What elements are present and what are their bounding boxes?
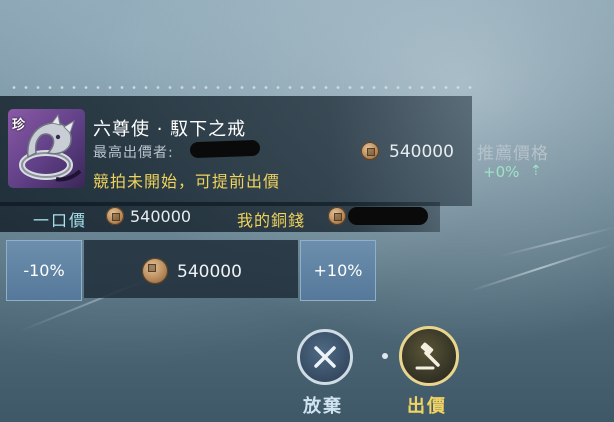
increase-10-percent-button[interactable]: +10% bbox=[300, 240, 376, 301]
item-name: 六尊使 · 馭下之戒 bbox=[93, 119, 247, 140]
recommended-price-value: +0% bbox=[483, 163, 520, 181]
panel-divider bbox=[8, 86, 472, 89]
abandon-button[interactable] bbox=[297, 329, 353, 385]
coin-icon bbox=[361, 142, 379, 160]
place-bid-button[interactable] bbox=[399, 326, 459, 386]
redacted-coin-amount bbox=[348, 207, 428, 225]
background-streak bbox=[469, 243, 613, 292]
close-x-icon bbox=[314, 346, 336, 368]
auction-status: 競拍未開始，可提前出價 bbox=[93, 172, 281, 191]
redacted-bidder-name bbox=[189, 139, 261, 159]
highest-price: 540000 bbox=[389, 142, 454, 162]
coin-icon bbox=[328, 207, 346, 225]
abandon-label: 放棄 bbox=[303, 396, 343, 417]
highest-bidder-label: 最高出價者: bbox=[93, 145, 174, 161]
decrease-10-percent-button[interactable]: -10% bbox=[6, 240, 82, 301]
separator-dot bbox=[382, 353, 388, 359]
place-bid-label: 出價 bbox=[407, 396, 447, 417]
recommended-price-label: 推薦價格 bbox=[477, 144, 549, 164]
my-coins-label: 我的銅錢 bbox=[237, 211, 306, 230]
buyout-value: 540000 bbox=[130, 207, 192, 226]
coin-icon bbox=[106, 207, 124, 225]
gavel-icon bbox=[415, 342, 440, 370]
arrow-up-icon: ⇡ bbox=[530, 163, 542, 179]
bid-amount-value: 540000 bbox=[177, 262, 242, 282]
coin-icon bbox=[142, 258, 168, 284]
background-streak bbox=[499, 225, 614, 257]
rarity-badge: 珍 bbox=[12, 118, 26, 133]
buyout-label: 一口價 bbox=[33, 211, 88, 230]
